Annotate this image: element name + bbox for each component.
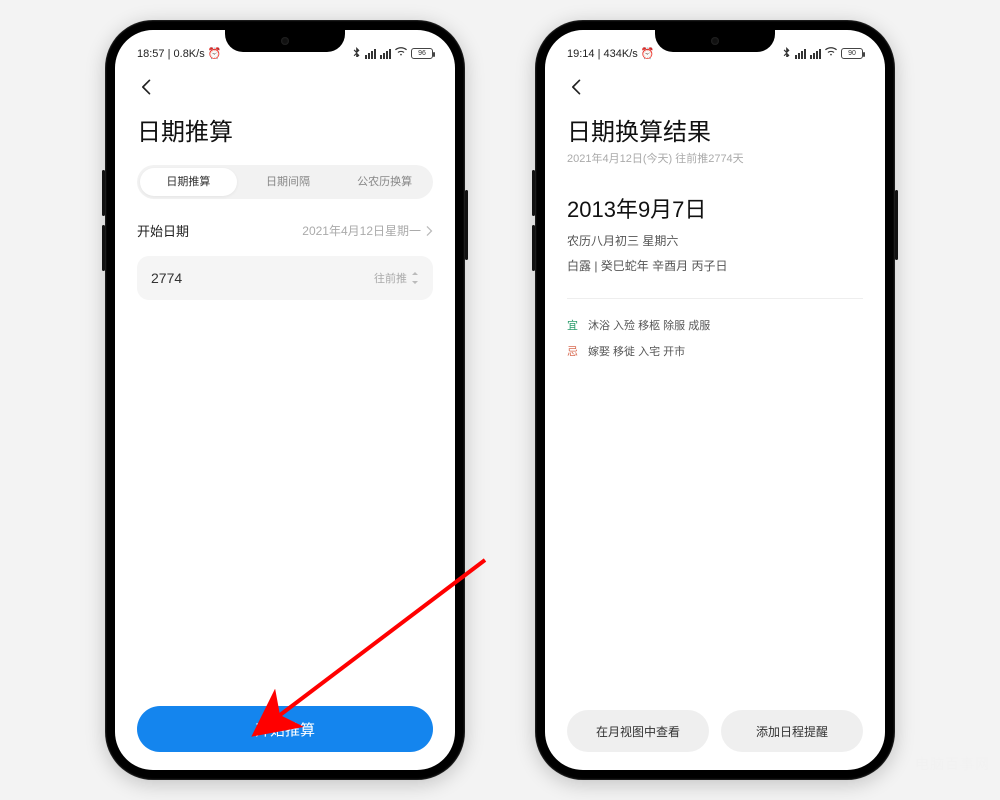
phone-right: 19:14 | 434K/s ⏰ 90 日期换算结果: [535, 20, 895, 780]
volume-up-button[interactable]: [532, 170, 535, 216]
notch: [225, 30, 345, 52]
page-title: 日期换算结果: [567, 112, 863, 147]
start-date-label: 开始日期: [137, 221, 189, 240]
status-net: 434K/s: [604, 48, 638, 60]
chevron-right-icon: [425, 226, 433, 236]
power-button[interactable]: [895, 190, 898, 260]
lucky-yi-row: 宜 沐浴 入殓 移柩 除服 成服: [567, 317, 863, 333]
divider: [567, 298, 863, 299]
result-lunar: 农历八月初三 星期六: [567, 232, 863, 249]
days-input-row[interactable]: 2774 往前推: [137, 256, 433, 300]
power-button[interactable]: [465, 190, 468, 260]
battery-icon: 90: [841, 48, 863, 59]
notch: [655, 30, 775, 52]
result-ganzhi: 白露 | 癸巳蛇年 辛酉月 丙子日: [567, 257, 863, 274]
content-left: 日期推算 日期推算 日期间隔 公农历换算 开始日期 2021年4月12日星期一 …: [115, 62, 455, 770]
status-right: 90: [783, 47, 863, 60]
yi-badge: 宜: [567, 317, 578, 333]
signal-icon-2: [380, 49, 391, 59]
bottom-button-row: 在月视图中查看 添加日程提醒: [567, 710, 863, 752]
view-in-month-label: 在月视图中查看: [596, 723, 680, 740]
status-time: 19:14: [567, 48, 595, 60]
wifi-icon: [395, 47, 407, 60]
status-left: 18:57 | 0.8K/s ⏰: [137, 47, 221, 60]
bluetooth-icon: [783, 47, 791, 60]
volume-up-button[interactable]: [102, 170, 105, 216]
volume-down-button[interactable]: [102, 225, 105, 271]
screen-left: 18:57 | 0.8K/s ⏰ 96 日期推算: [115, 30, 455, 770]
wifi-icon: [825, 47, 837, 60]
ji-badge: 忌: [567, 343, 578, 359]
status-net: 0.8K/s: [174, 48, 205, 60]
status-time: 18:57: [137, 48, 165, 60]
screen-right: 19:14 | 434K/s ⏰ 90 日期换算结果: [545, 30, 885, 770]
sort-icon: [411, 272, 419, 284]
signal-icon-2: [810, 49, 821, 59]
primary-button-label: 开始推算: [255, 719, 315, 740]
signal-icon: [795, 49, 806, 59]
start-date-row[interactable]: 开始日期 2021年4月12日星期一: [137, 221, 433, 240]
status-right: 96: [353, 47, 433, 60]
lucky-ji-row: 忌 嫁娶 移徙 入宅 开市: [567, 343, 863, 359]
add-reminder-label: 添加日程提醒: [756, 723, 828, 740]
days-value: 2774: [151, 270, 182, 286]
tab-bar: 日期推算 日期间隔 公农历换算: [137, 165, 433, 199]
yi-text: 沐浴 入殓 移柩 除服 成服: [588, 317, 710, 333]
direction-label: 往前推: [374, 270, 407, 286]
watermark: 电脑百事网: [915, 754, 990, 774]
signal-icon: [365, 49, 376, 59]
add-reminder-button[interactable]: 添加日程提醒: [721, 710, 863, 752]
battery-icon: 96: [411, 48, 433, 59]
back-button[interactable]: [137, 72, 167, 102]
start-date-value: 2021年4月12日星期一: [302, 222, 421, 239]
result-date: 2013年9月7日: [567, 192, 863, 224]
tab-date-interval[interactable]: 日期间隔: [240, 168, 337, 196]
ji-text: 嫁娶 移徙 入宅 开市: [588, 343, 685, 359]
page-title: 日期推算: [137, 112, 433, 147]
bluetooth-icon: [353, 47, 361, 60]
phone-left: 18:57 | 0.8K/s ⏰ 96 日期推算: [105, 20, 465, 780]
content-right: 日期换算结果 2021年4月12日(今天) 往前推2774天 2013年9月7日…: [545, 62, 885, 770]
start-calc-button[interactable]: 开始推算: [137, 706, 433, 752]
view-in-month-button[interactable]: 在月视图中查看: [567, 710, 709, 752]
tab-date-calc[interactable]: 日期推算: [140, 168, 237, 196]
status-left: 19:14 | 434K/s ⏰: [567, 47, 655, 60]
tab-lunar-convert[interactable]: 公农历换算: [336, 168, 433, 196]
alarm-icon: ⏰: [641, 48, 655, 60]
volume-down-button[interactable]: [532, 225, 535, 271]
back-button[interactable]: [567, 72, 597, 102]
alarm-icon: ⏰: [208, 48, 222, 60]
page-subtitle: 2021年4月12日(今天) 往前推2774天: [567, 150, 863, 166]
